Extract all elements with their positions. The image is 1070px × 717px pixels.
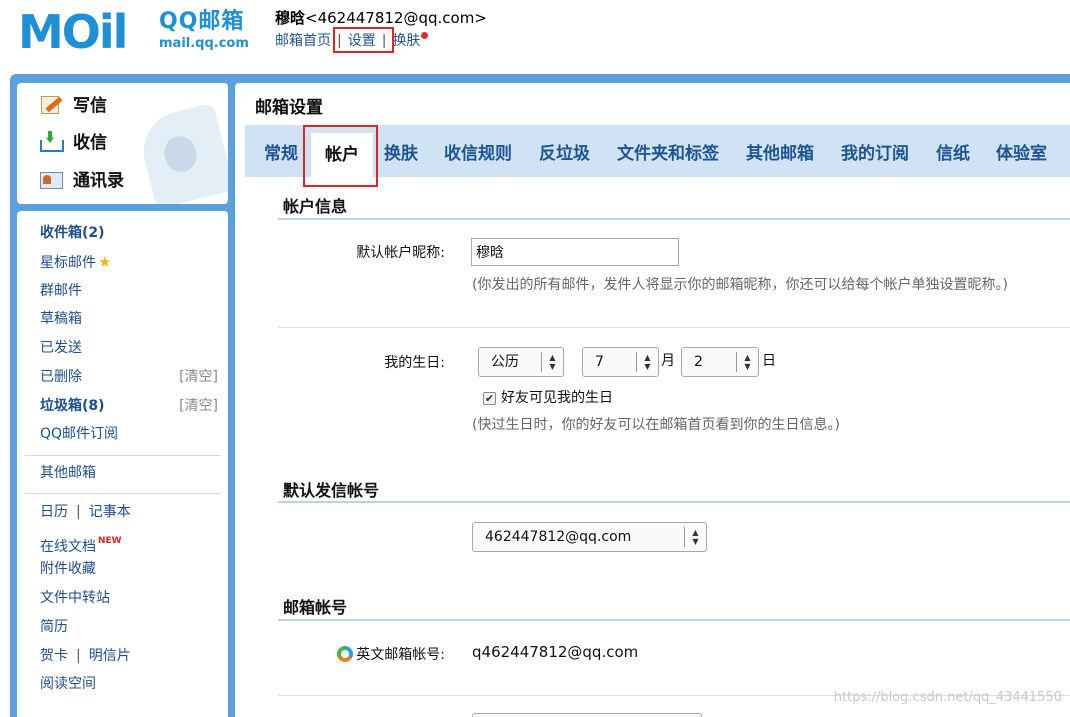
compose-label: 写信 xyxy=(73,96,107,116)
tab-other-mailboxes[interactable]: 其他邮箱 xyxy=(746,139,814,177)
select-arrows-icon: ▲ ▼ xyxy=(636,352,658,372)
online-docs-label: 在线文档 xyxy=(40,539,96,555)
compose-icon xyxy=(39,94,63,114)
user-name: 穆晗 xyxy=(275,9,306,27)
link-greeting-cards[interactable]: 贺卡 xyxy=(40,648,68,664)
tab-receive-rules[interactable]: 收信规则 xyxy=(444,139,512,177)
partial-field-bottom[interactable] xyxy=(472,713,702,717)
english-account-label-row: 英文邮箱帐号: xyxy=(327,645,445,665)
folder-spam[interactable]: 垃圾箱(8) xyxy=(40,397,105,415)
folder-starred-label: 星标邮件 xyxy=(40,255,96,271)
folder-drafts[interactable]: 草稿箱 xyxy=(40,310,82,328)
receive-icon xyxy=(39,131,64,152)
calendar-type-value: 公历 xyxy=(491,354,519,370)
row-divider xyxy=(278,327,1070,328)
tab-folders-labels[interactable]: 文件夹和标签 xyxy=(617,139,719,177)
contacts-label: 通讯录 xyxy=(73,171,124,191)
cards-row: 贺卡 | 明信片 xyxy=(40,647,131,665)
contacts-button[interactable]: 通讯录 xyxy=(39,168,124,194)
notification-dot-icon xyxy=(421,32,429,39)
qq-logo-icon xyxy=(337,646,354,662)
tab-stationery[interactable]: 信纸 xyxy=(936,139,970,177)
separator: | xyxy=(76,504,81,520)
link-calendar[interactable]: 日历 xyxy=(40,504,68,520)
logo-brand: QQ邮箱 xyxy=(159,9,245,34)
nickname-label: 默认帐户昵称: xyxy=(356,245,445,261)
qq-mail-logo[interactable]: MOil QQ邮箱 mail.qq.com xyxy=(18,6,253,58)
highlight-box-account-tab xyxy=(303,125,378,187)
birth-month-value: 7 xyxy=(595,354,604,370)
tab-skin[interactable]: 换肤 xyxy=(384,139,418,177)
tab-subscriptions[interactable]: 我的订阅 xyxy=(841,139,909,177)
link-change-skin[interactable]: 换肤 xyxy=(392,33,420,49)
folder-starred[interactable]: 星标邮件 ★ xyxy=(40,253,111,272)
contacts-icon xyxy=(39,169,63,189)
tab-anti-spam[interactable]: 反垃圾 xyxy=(539,139,590,177)
nickname-input[interactable] xyxy=(471,238,679,266)
english-account-label: 英文邮箱帐号: xyxy=(356,647,445,663)
quick-actions-panel: 写信 收信 通讯录 xyxy=(17,83,228,204)
link-file-transfer[interactable]: 文件中转站 xyxy=(40,589,110,607)
highlight-box-settings xyxy=(333,27,394,53)
clear-spam-button[interactable]: [清空] xyxy=(179,397,218,415)
watermark: https://blog.csdn.net/qq_43441550 xyxy=(833,690,1062,705)
folder-qq-subscription[interactable]: QQ邮件订阅 xyxy=(40,425,118,443)
folder-other-mailboxes[interactable]: 其他邮箱 xyxy=(40,464,96,482)
folder-sent[interactable]: 已发送 xyxy=(40,339,82,357)
page-title: 邮箱设置 xyxy=(255,98,323,118)
section-divider xyxy=(278,218,1070,220)
default-sender-select[interactable]: 462447812@qq.com ▲ ▼ xyxy=(472,522,707,552)
link-resume[interactable]: 简历 xyxy=(40,618,68,636)
divider xyxy=(25,493,221,494)
separator: | xyxy=(76,648,81,664)
calendar-notes-row: 日历 | 记事本 xyxy=(40,503,131,521)
divider xyxy=(25,455,221,456)
default-sender-value: 462447812@qq.com xyxy=(485,529,632,545)
receive-label: 收信 xyxy=(73,133,107,153)
link-mail-home[interactable]: 邮箱首页 xyxy=(275,33,331,49)
logo-mark: MOil xyxy=(18,5,128,59)
user-email: <462447812@qq.com> xyxy=(305,9,487,27)
qq-mascot-decoration-icon xyxy=(135,102,228,204)
friends-see-birthday-label: 好友可见我的生日 xyxy=(501,390,613,406)
link-postcards[interactable]: 明信片 xyxy=(89,648,131,664)
link-attachment-favorites[interactable]: 附件收藏 xyxy=(40,560,96,578)
user-identity: 穆晗<462447812@qq.com> xyxy=(275,8,487,28)
link-online-docs[interactable]: 在线文档 NEW xyxy=(40,532,122,556)
header: MOil QQ邮箱 mail.qq.com 穆晗<462447812@qq.co… xyxy=(0,0,1070,74)
english-account-value: q462447812@qq.com xyxy=(472,643,639,661)
tab-lab[interactable]: 体验室 xyxy=(996,139,1047,177)
select-arrows-icon: ▲ ▼ xyxy=(684,527,706,547)
select-arrows-icon: ▲ ▼ xyxy=(736,352,758,372)
nickname-hint: (你发出的所有邮件，发件人将显示你的邮箱昵称，你还可以给每个帐户单独设置昵称。) xyxy=(472,277,1008,293)
birthday-hint: (快过生日时，你的好友可以在邮箱首页看到你的生日信息。) xyxy=(472,417,840,433)
friends-see-birthday-checkbox[interactable]: ✔ xyxy=(483,392,496,405)
section-title-account-info: 帐户信息 xyxy=(283,197,348,216)
birthday-label: 我的生日: xyxy=(384,355,445,371)
birth-month-select[interactable]: 7 ▲ ▼ xyxy=(582,347,659,377)
section-divider xyxy=(278,501,1070,503)
clear-deleted-button[interactable]: [清空] xyxy=(179,368,218,386)
receive-button[interactable]: 收信 xyxy=(39,130,107,156)
folder-group[interactable]: 群邮件 xyxy=(40,282,82,300)
birth-day-value: 2 xyxy=(694,354,703,370)
compose-button[interactable]: 写信 xyxy=(39,93,107,119)
folder-inbox[interactable]: 收件箱(2) xyxy=(40,224,105,242)
day-unit: 日 xyxy=(762,353,776,369)
logo-url: mail.qq.com xyxy=(159,36,249,51)
section-divider xyxy=(278,619,1070,621)
calendar-type-select[interactable]: 公历 ▲ ▼ xyxy=(478,347,564,377)
section-title-mailbox-account: 邮箱帐号 xyxy=(283,598,348,617)
birth-day-select[interactable]: 2 ▲ ▼ xyxy=(681,347,759,377)
section-title-default-sender: 默认发信帐号 xyxy=(283,481,380,500)
select-arrows-icon: ▲ ▼ xyxy=(541,352,563,372)
link-notebook[interactable]: 记事本 xyxy=(89,504,131,520)
month-unit: 月 xyxy=(661,353,675,369)
folder-list: 收件箱(2) 星标邮件 ★ 群邮件 草稿箱 已发送 已删除 [清空] 垃圾箱(8)… xyxy=(17,211,228,717)
folder-deleted[interactable]: 已删除 xyxy=(40,368,82,386)
tab-general[interactable]: 常规 xyxy=(264,139,298,177)
link-reading-space[interactable]: 阅读空间 xyxy=(40,675,96,693)
star-icon: ★ xyxy=(98,253,112,271)
new-badge: NEW xyxy=(98,536,122,546)
